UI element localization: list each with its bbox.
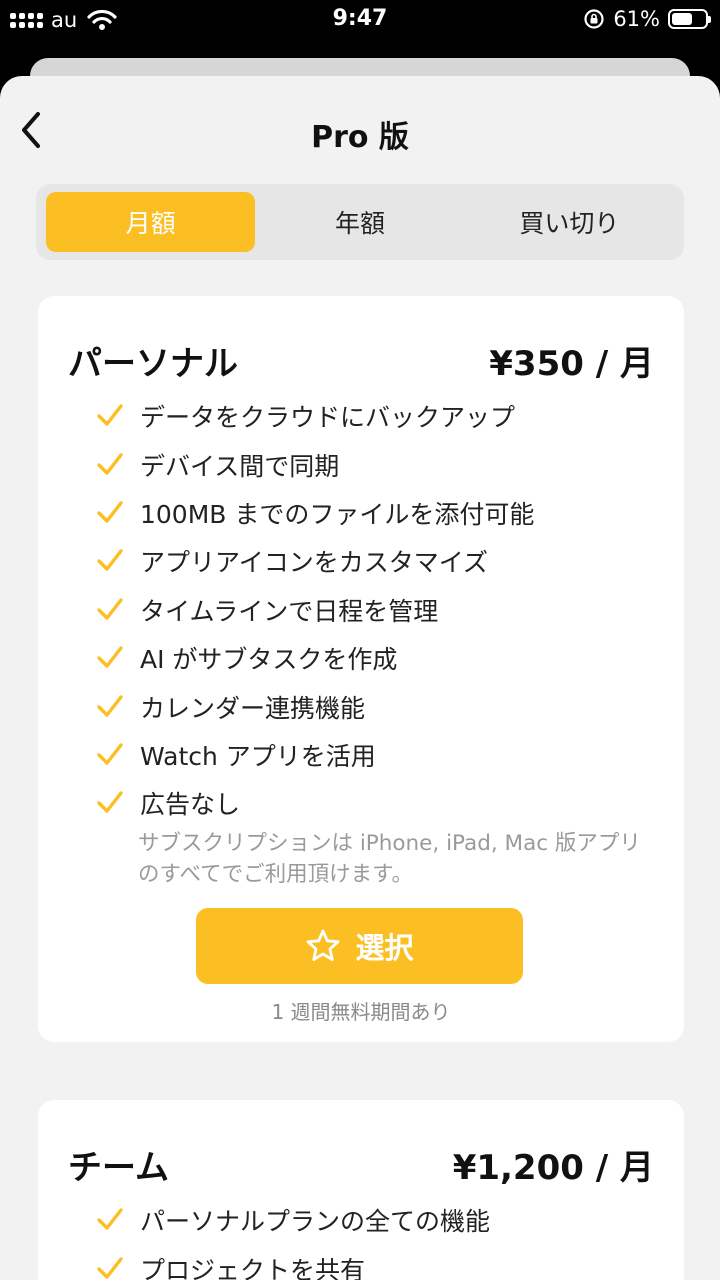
plan-card-personal: パーソナル ¥350 / 月 データをクラウドにバックアップ デバイス間で同期 …	[38, 296, 684, 1042]
subscription-note: サブスクリプションは iPhone, iPad, Mac 版アプリのすべてでご利…	[138, 831, 641, 887]
tab-yearly[interactable]: 年額	[255, 192, 464, 252]
check-icon	[97, 743, 123, 765]
nav-bar: Pro 版	[0, 76, 720, 186]
feature-item: アプリアイコンをカスタマイズ	[96, 537, 534, 585]
feature-item: デバイス間で同期	[96, 440, 534, 488]
select-plan-button[interactable]: 選択	[196, 908, 523, 984]
feature-text: プロジェクトを共有	[140, 1255, 366, 1280]
orientation-lock-icon	[584, 9, 604, 29]
feature-item: AI がサブタスクを作成	[96, 634, 534, 682]
feature-item: プロジェクトを共有	[96, 1244, 490, 1280]
check-icon	[97, 1208, 123, 1230]
feature-text: 広告なし	[140, 790, 241, 820]
feature-item: 100MB までのファイルを添付可能	[96, 489, 534, 537]
check-icon	[97, 404, 123, 426]
feature-list: データをクラウドにバックアップ デバイス間で同期 100MB までのファイルを添…	[96, 392, 534, 828]
select-button-label: 選択	[355, 931, 414, 965]
plan-price: ¥350 / 月	[489, 344, 654, 384]
feature-list: パーソナルプランの全ての機能 プロジェクトを共有	[96, 1196, 490, 1280]
feature-text: データをクラウドにバックアップ	[140, 403, 516, 433]
check-icon	[97, 549, 123, 572]
plan-price: ¥1,200 / 月	[452, 1148, 654, 1188]
plan-name: パーソナル	[68, 344, 238, 384]
check-icon	[97, 1256, 123, 1279]
feature-text: タイムラインで日程を管理	[140, 596, 439, 626]
feature-item: Watch アプリを活用	[96, 731, 534, 779]
feature-item: タイムラインで日程を管理	[96, 586, 534, 634]
battery-percent: 61%	[613, 7, 660, 31]
feature-text: AI がサブタスクを作成	[140, 645, 398, 675]
feature-item: データをクラウドにバックアップ	[96, 392, 534, 440]
check-icon	[97, 452, 123, 475]
status-bar: au 9:47 61%	[0, 0, 720, 40]
star-icon	[307, 929, 340, 961]
check-icon	[97, 501, 123, 523]
plan-name: チーム	[68, 1148, 169, 1188]
tab-monthly[interactable]: 月額	[46, 192, 256, 252]
status-right: 61%	[583, 7, 711, 31]
feature-text: Watch アプリを活用	[140, 741, 376, 771]
pro-sheet: Pro 版 月額 年額 買い切り パーソナル ¥350 / 月 データをクラウド…	[0, 76, 720, 1280]
battery-level	[672, 13, 692, 25]
feature-text: カレンダー連携機能	[140, 693, 366, 723]
check-icon	[97, 791, 123, 814]
tab-lifetime[interactable]: 買い切り	[465, 192, 674, 252]
feature-text: パーソナルプランの全ての機能	[140, 1207, 491, 1237]
plan-card-team: チーム ¥1,200 / 月 パーソナルプランの全ての機能 プロジェクトを共有	[38, 1100, 684, 1280]
check-icon	[97, 646, 123, 668]
billing-period-tabs: 月額 年額 買い切り	[36, 184, 684, 260]
feature-item: カレンダー連携機能	[96, 682, 534, 730]
feature-text: アプリアイコンをカスタマイズ	[140, 548, 489, 578]
feature-text: デバイス間で同期	[140, 451, 340, 481]
check-icon	[97, 598, 123, 620]
feature-item: パーソナルプランの全ての機能	[96, 1196, 490, 1244]
battery-icon	[668, 9, 711, 29]
feature-text: 100MB までのファイルを添付可能	[140, 499, 535, 529]
check-icon	[97, 694, 123, 717]
feature-item: 広告なし	[96, 779, 534, 827]
trial-note: 1 週間無料期間あり	[271, 1000, 451, 1024]
page-title: Pro 版	[311, 120, 409, 155]
